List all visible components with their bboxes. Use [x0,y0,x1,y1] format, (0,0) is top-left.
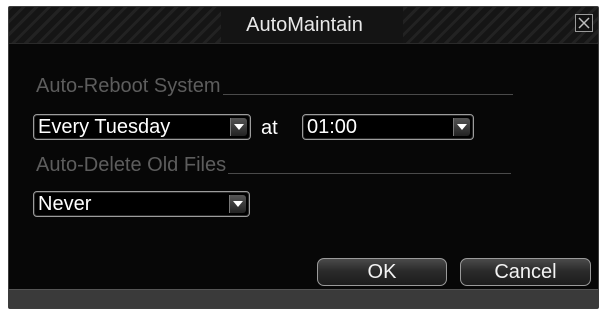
at-label: at [261,117,278,139]
section-divider [228,173,512,174]
title-bar: AutoMaintain [9,7,598,44]
ok-button[interactable]: OK [317,258,447,286]
auto-delete-section: Auto-Delete Old Files [36,153,512,177]
auto-delete-label: Auto-Delete Old Files [36,154,227,176]
section-divider [222,94,513,95]
bottom-bar [9,289,598,308]
auto-delete-select[interactable]: Never [33,191,250,217]
auto-delete-value: Never [38,193,92,215]
chevron-down-icon [457,124,467,130]
automaintain-dialog: AutoMaintain Auto-Reboot System Every Tu… [8,6,599,309]
dialog-title: AutoMaintain [246,14,363,36]
cancel-button[interactable]: Cancel [460,258,591,286]
chevron-down-icon [233,201,243,207]
reboot-time-select[interactable]: 01:00 [302,114,474,140]
reboot-schedule-select[interactable]: Every Tuesday [33,114,251,140]
close-x-icon [578,17,590,29]
chevron-down-icon [234,124,244,130]
auto-reboot-section: Auto-Reboot System [36,74,513,98]
close-button[interactable] [575,14,593,32]
dropdown-arrow[interactable] [230,118,247,136]
auto-reboot-label: Auto-Reboot System [36,75,221,97]
reboot-schedule-value: Every Tuesday [38,116,171,138]
dropdown-arrow[interactable] [453,118,470,136]
reboot-time-value: 01:00 [307,116,358,138]
dropdown-arrow[interactable] [229,195,246,213]
